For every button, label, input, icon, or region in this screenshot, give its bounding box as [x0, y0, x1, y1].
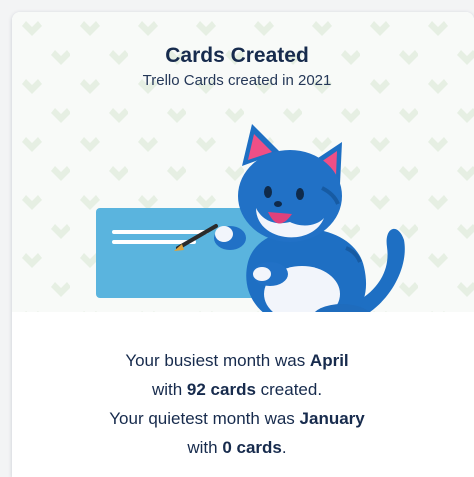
busiest-line: Your busiest month was April	[12, 346, 474, 375]
quietest-month: January	[299, 409, 365, 428]
busiest-month: April	[309, 351, 349, 370]
busiest-count: 92 cards	[186, 380, 256, 399]
quietest-line: Your quietest month was January	[12, 404, 474, 433]
busiest-suffix: created.	[255, 380, 323, 399]
busiest-with: with	[151, 380, 187, 399]
quietest-prefix: Your quietest month was	[109, 409, 300, 428]
quietest-count: 0 cards	[222, 438, 282, 457]
quietest-with: with	[187, 438, 223, 457]
busiest-count-line: with 92 cards created.	[12, 375, 474, 404]
busiest-prefix: Your busiest month was	[125, 351, 310, 370]
quietest-suffix: .	[281, 438, 287, 457]
card-subtitle: Trello Cards created in 2021	[142, 72, 332, 89]
card-title: Cards Created	[165, 44, 309, 67]
quietest-count-line: with 0 cards.	[12, 433, 474, 462]
cards-created-card: Cards Created Trello Cards created in 20…	[12, 12, 474, 477]
hero-banner: Cards Created Trello Cards created in 20…	[12, 12, 474, 312]
stats-summary: Your busiest month was April with 92 car…	[12, 346, 474, 462]
